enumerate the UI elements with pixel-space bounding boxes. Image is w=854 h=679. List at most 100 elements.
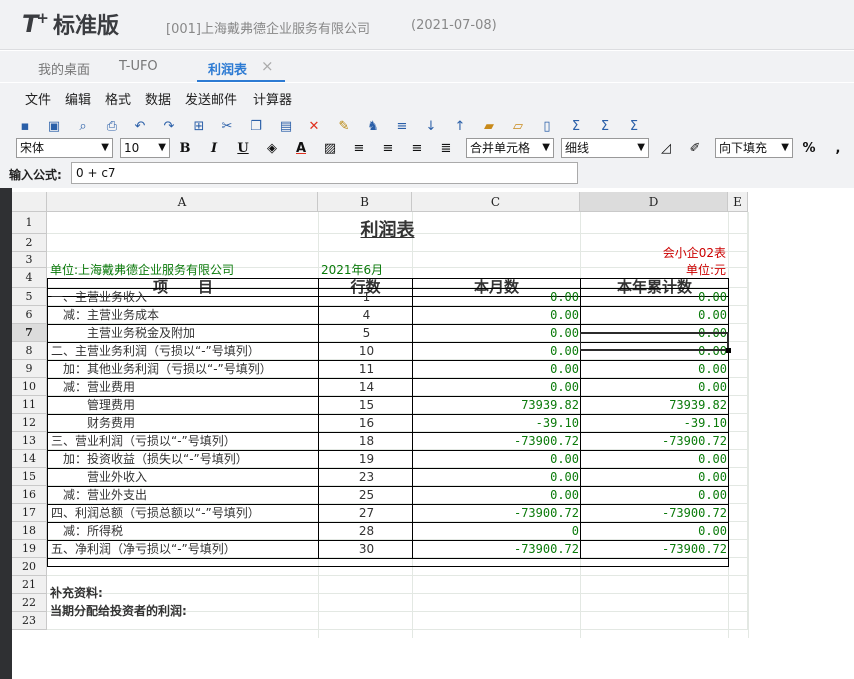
- find-icon[interactable]: ♞: [364, 118, 382, 136]
- row-header-11[interactable]: 11: [12, 396, 47, 414]
- cell-year-amount[interactable]: -39.10: [580, 414, 729, 433]
- row-header-8[interactable]: 8: [12, 342, 47, 360]
- cell-month-amount[interactable]: -73900.72: [412, 504, 581, 523]
- cell-month-amount[interactable]: 0.00: [412, 378, 581, 397]
- menu-file[interactable]: 文件: [25, 89, 51, 108]
- menu-edit[interactable]: 编辑: [65, 89, 91, 108]
- cell-month-amount[interactable]: 0.00: [412, 324, 581, 343]
- cell-year-amount[interactable]: 0.00: [580, 306, 729, 325]
- menu-calculator[interactable]: 计算器: [253, 89, 292, 108]
- cell-item[interactable]: 主营业务税金及附加: [47, 324, 319, 343]
- row-header-1[interactable]: 1: [12, 212, 47, 234]
- align-right-icon[interactable]: ≡: [408, 140, 426, 158]
- cell-line-no[interactable]: 11: [318, 360, 413, 379]
- cell-line-no[interactable]: 15: [318, 396, 413, 415]
- underline-button[interactable]: U: [234, 140, 252, 158]
- cell-item[interactable]: 管理费用: [47, 396, 319, 415]
- comma-button[interactable]: ,: [829, 140, 847, 158]
- font-size-select[interactable]: 10 ▼: [120, 138, 170, 158]
- cell-month-amount[interactable]: 0.00: [412, 360, 581, 379]
- cell-line-no[interactable]: 28: [318, 522, 413, 541]
- row-header-9[interactable]: 9: [12, 360, 47, 378]
- cell-line-no[interactable]: 10: [318, 342, 413, 361]
- row-header-19[interactable]: 19: [12, 540, 47, 558]
- cell-line-no[interactable]: 19: [318, 450, 413, 469]
- selected-cell-d7[interactable]: [580, 332, 729, 351]
- cell-item[interactable]: 减：主营业务成本: [47, 306, 319, 325]
- font-family-select[interactable]: 宋体 ▼: [16, 138, 113, 158]
- tab-desktop[interactable]: 我的桌面: [38, 59, 90, 82]
- line-style-select[interactable]: 细线 ▼: [561, 138, 649, 158]
- cell-item[interactable]: 财务费用: [47, 414, 319, 433]
- select-all-corner[interactable]: [12, 192, 47, 212]
- bold-button[interactable]: B: [176, 140, 194, 158]
- eraser-icon[interactable]: ◿: [657, 140, 675, 158]
- cell-line-no[interactable]: 5: [318, 324, 413, 343]
- cell-month-amount[interactable]: 73939.82: [412, 396, 581, 415]
- save-as-icon[interactable]: ▣: [45, 118, 63, 136]
- cell-line-no[interactable]: 4: [318, 306, 413, 325]
- fill-down-select[interactable]: 向下填充 ▼: [715, 138, 793, 158]
- row-header-21[interactable]: 21: [12, 576, 47, 594]
- clear-format-icon[interactable]: ✎: [335, 118, 353, 136]
- cell-year-amount[interactable]: -73900.72: [580, 432, 729, 451]
- row-header-14[interactable]: 14: [12, 450, 47, 468]
- sum-row-icon[interactable]: Σ: [596, 118, 614, 136]
- text-color-button[interactable]: A: [292, 140, 310, 158]
- row-header-2[interactable]: 2: [12, 234, 47, 252]
- justify-icon[interactable]: ≣: [437, 140, 455, 158]
- row-header-3[interactable]: 3: [12, 252, 47, 268]
- cell-line-no[interactable]: 23: [318, 468, 413, 487]
- copy-icon[interactable]: ❐: [247, 118, 265, 136]
- sort-descending-icon[interactable]: ↑: [451, 118, 469, 136]
- cell-line-no[interactable]: 30: [318, 540, 413, 559]
- save-icon[interactable]: ▪: [16, 118, 34, 136]
- cell-year-amount[interactable]: 0.00: [580, 522, 729, 541]
- row-header-13[interactable]: 13: [12, 432, 47, 450]
- sum-icon[interactable]: Σ: [567, 118, 585, 136]
- column-header-e[interactable]: E: [728, 192, 748, 212]
- column-header-b[interactable]: B: [318, 192, 412, 212]
- formula-input[interactable]: 0 + c7: [71, 162, 578, 184]
- column-header-c[interactable]: C: [412, 192, 580, 212]
- row-header-15[interactable]: 15: [12, 468, 47, 486]
- row-header-10[interactable]: 10: [12, 378, 47, 396]
- print-preview-icon[interactable]: ⌕: [74, 118, 92, 136]
- cell-line-no[interactable]: 16: [318, 414, 413, 433]
- unlock-icon[interactable]: ▱: [509, 118, 527, 136]
- cell-item[interactable]: 四、利润总额（亏损总额以“-”号填列）: [47, 504, 319, 523]
- paste-icon[interactable]: ▤: [277, 118, 295, 136]
- fill-color-icon[interactable]: ◈: [263, 140, 281, 158]
- cell-month-amount[interactable]: -73900.72: [412, 540, 581, 559]
- replace-icon[interactable]: ≡: [393, 118, 411, 136]
- cell-item[interactable]: 二、主营业务利润（亏损以“-”号填列）: [47, 342, 319, 361]
- row-header-17[interactable]: 17: [12, 504, 47, 522]
- cell-line-no[interactable]: 1: [318, 288, 413, 307]
- align-center-icon[interactable]: ≡: [379, 140, 397, 158]
- cell-line-no[interactable]: 18: [318, 432, 413, 451]
- column-header-d[interactable]: D: [580, 192, 728, 212]
- undo-icon[interactable]: ↶: [131, 118, 149, 136]
- cell-month-amount[interactable]: 0.00: [412, 288, 581, 307]
- cell-line-no[interactable]: 14: [318, 378, 413, 397]
- cell-month-amount[interactable]: 0.00: [412, 468, 581, 487]
- row-header-6[interactable]: 6: [12, 306, 47, 324]
- cell-year-amount[interactable]: -73900.72: [580, 540, 729, 559]
- delete-icon[interactable]: ✕: [305, 118, 323, 136]
- close-icon[interactable]: ×: [261, 57, 274, 75]
- italic-button[interactable]: I: [205, 140, 223, 158]
- select-all-icon[interactable]: ⊞: [190, 118, 208, 136]
- formula-icon[interactable]: ▯: [538, 118, 556, 136]
- cell-year-amount[interactable]: 0.00: [580, 468, 729, 487]
- merge-cells-select[interactable]: 合并单元格 ▼: [466, 138, 554, 158]
- row-header-12[interactable]: 12: [12, 414, 47, 432]
- align-left-icon[interactable]: ≡: [350, 140, 368, 158]
- column-header-a[interactable]: A: [47, 192, 318, 212]
- cell-month-amount[interactable]: 0: [412, 522, 581, 541]
- percent-button[interactable]: %: [800, 140, 818, 158]
- fill-handle[interactable]: [726, 348, 731, 353]
- cell-month-amount[interactable]: 0.00: [412, 450, 581, 469]
- cell-year-amount[interactable]: 0.00: [580, 378, 729, 397]
- row-header-22[interactable]: 22: [12, 594, 47, 612]
- cell-item[interactable]: 减：营业外支出: [47, 486, 319, 505]
